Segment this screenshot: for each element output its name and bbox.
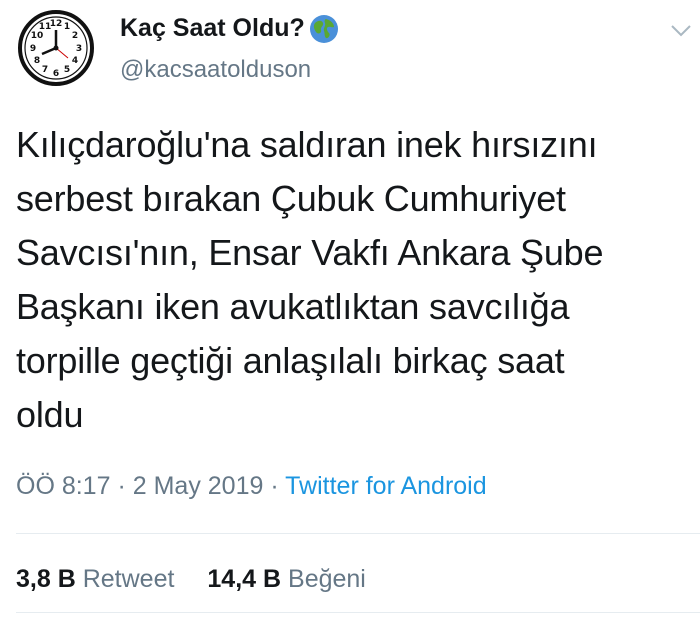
meta-separator: · [270,472,279,500]
svg-text:10: 10 [31,31,44,41]
likes-count: 14,4 B [207,565,282,593]
tweet-card: 12 1 2 3 4 5 6 7 8 9 10 11 Kaç Saat Oldu… [0,0,700,618]
svg-text:2: 2 [72,31,78,41]
svg-text:11: 11 [39,22,52,32]
tweet-text: Kılıçdaroğlu'na saldıran inek hırsızını … [16,124,604,435]
meta-separator: · [117,472,126,500]
svg-text:6: 6 [53,69,59,79]
svg-text:8: 8 [34,56,40,66]
svg-text:4: 4 [72,56,78,66]
avatar[interactable]: 12 1 2 3 4 5 6 7 8 9 10 11 [14,6,98,90]
retweets-count: 3,8 B [16,565,76,593]
chevron-down-icon[interactable] [670,24,692,38]
tweet-meta: ÖÖ 8:17 · 2 May 2019 · Twitter for Andro… [16,472,487,501]
likes-label: Beğeni [288,565,366,593]
svg-text:3: 3 [76,44,82,54]
svg-text:1: 1 [64,22,70,32]
svg-text:5: 5 [64,65,70,75]
tweet-stats: 3,8 B Retweet 14,4 B Beğeni [16,565,366,594]
globe-icon [310,15,338,43]
clock-icon: 12 1 2 3 4 5 6 7 8 9 10 11 [14,6,98,90]
svg-text:9: 9 [30,44,36,54]
likes-stat[interactable]: 14,4 B Beğeni [207,565,365,594]
retweets-stat[interactable]: 3,8 B Retweet [16,565,174,594]
svg-text:7: 7 [42,65,48,75]
tweet-source-link[interactable]: Twitter for Android [285,472,486,500]
tweet-date[interactable]: 2 May 2019 [133,472,264,500]
tweet-time[interactable]: ÖÖ 8:17 [16,472,111,500]
divider [16,533,700,534]
svg-text:12: 12 [50,19,63,29]
display-name[interactable]: Kaç Saat Oldu? [120,14,305,43]
user-handle[interactable]: @kacsaatolduson [120,56,311,84]
divider [16,612,700,613]
retweets-label: Retweet [82,565,175,593]
